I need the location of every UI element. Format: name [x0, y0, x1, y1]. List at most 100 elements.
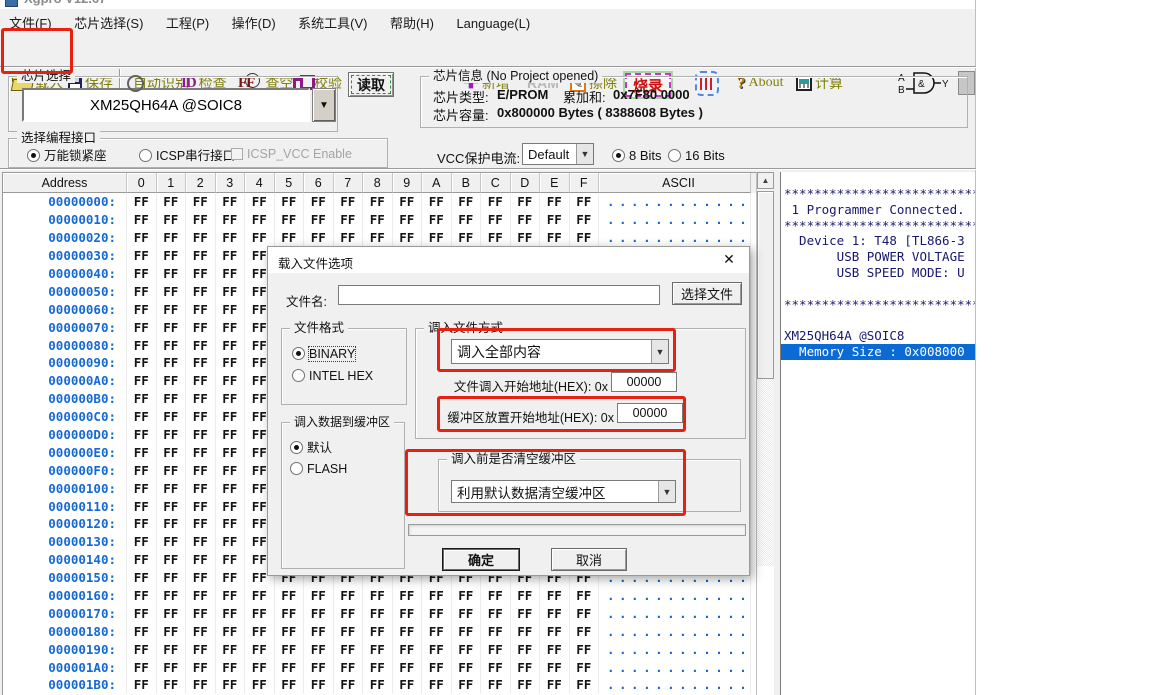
hex-byte-cell[interactable]: FF — [186, 587, 216, 605]
hex-byte-cell[interactable]: FF — [186, 658, 216, 676]
hex-byte-cell[interactable]: FF — [334, 604, 364, 622]
hex-byte-cell[interactable]: FF — [127, 658, 157, 676]
hex-byte-cell[interactable]: FF — [363, 622, 393, 640]
hex-row[interactable]: 00000170:FFFFFFFFFFFFFFFFFFFFFFFFFFFFFFF… — [3, 604, 756, 622]
hex-byte-cell[interactable]: FF — [245, 640, 275, 658]
hex-byte-cell[interactable]: FF — [157, 604, 187, 622]
hex-byte-cell[interactable]: FF — [157, 587, 187, 605]
hex-byte-cell[interactable]: FF — [393, 211, 423, 229]
hex-byte-cell[interactable]: FF — [304, 640, 334, 658]
hex-byte-cell[interactable]: FF — [127, 390, 157, 408]
hex-byte-cell[interactable]: FF — [511, 211, 541, 229]
hex-byte-cell[interactable]: FF — [540, 587, 570, 605]
hex-byte-cell[interactable]: FF — [157, 229, 187, 247]
scrollbar-track-lower[interactable] — [757, 566, 774, 695]
hex-byte-cell[interactable]: FF — [422, 676, 452, 694]
hex-byte-cell[interactable]: FF — [363, 640, 393, 658]
hex-byte-cell[interactable]: FF — [570, 211, 600, 229]
hex-byte-cell[interactable]: FF — [186, 551, 216, 569]
hex-byte-cell[interactable]: FF — [570, 640, 600, 658]
hex-byte-cell[interactable]: FF — [127, 265, 157, 283]
hex-byte-cell[interactable]: FF — [127, 622, 157, 640]
cancel-button[interactable]: 取消 — [551, 548, 627, 571]
hex-byte-cell[interactable]: FF — [216, 443, 246, 461]
hex-byte-cell[interactable]: FF — [186, 336, 216, 354]
socket-radio[interactable]: 万能锁紧座 — [27, 145, 107, 165]
hex-byte-cell[interactable]: FF — [304, 587, 334, 605]
hex-byte-cell[interactable]: FF — [393, 193, 423, 211]
hex-byte-cell[interactable]: FF — [363, 229, 393, 247]
hex-byte-cell[interactable]: FF — [363, 587, 393, 605]
hex-byte-cell[interactable]: FF — [127, 372, 157, 390]
hex-byte-cell[interactable]: FF — [511, 604, 541, 622]
hex-byte-cell[interactable]: FF — [157, 461, 187, 479]
hex-byte-cell[interactable]: FF — [452, 587, 482, 605]
hex-byte-cell[interactable]: FF — [186, 390, 216, 408]
ok-button[interactable]: 确定 — [442, 548, 520, 571]
hex-byte-cell[interactable]: FF — [275, 604, 305, 622]
hex-byte-cell[interactable]: FF — [216, 408, 246, 426]
hex-byte-cell[interactable]: FF — [216, 193, 246, 211]
hex-byte-cell[interactable]: FF — [304, 193, 334, 211]
hex-byte-cell[interactable]: FF — [363, 658, 393, 676]
hex-byte-cell[interactable]: FF — [127, 533, 157, 551]
hex-row[interactable]: 00000180:FFFFFFFFFFFFFFFFFFFFFFFFFFFFFFF… — [3, 622, 756, 640]
hex-byte-cell[interactable]: FF — [186, 300, 216, 318]
choose-file-button[interactable]: 选择文件 — [672, 282, 742, 305]
hex-byte-cell[interactable]: FF — [452, 676, 482, 694]
hex-byte-cell[interactable]: FF — [127, 282, 157, 300]
hex-byte-cell[interactable]: FF — [127, 229, 157, 247]
hex-byte-cell[interactable]: FF — [511, 587, 541, 605]
hex-byte-cell[interactable]: FF — [275, 640, 305, 658]
hex-byte-cell[interactable]: FF — [511, 640, 541, 658]
hex-byte-cell[interactable]: FF — [304, 622, 334, 640]
menu-help[interactable]: 帮助(H) — [381, 9, 443, 32]
hex-byte-cell[interactable]: FF — [127, 461, 157, 479]
hex-row[interactable]: 00000190:FFFFFFFFFFFFFFFFFFFFFFFFFFFFFFF… — [3, 640, 756, 658]
hex-byte-cell[interactable]: FF — [157, 282, 187, 300]
hex-byte-cell[interactable]: FF — [334, 587, 364, 605]
hex-byte-cell[interactable]: FF — [157, 622, 187, 640]
hex-byte-cell[interactable]: FF — [304, 604, 334, 622]
hex-byte-cell[interactable]: FF — [157, 497, 187, 515]
menu-file[interactable]: 文件(F) — [0, 9, 61, 32]
hex-byte-cell[interactable]: FF — [570, 676, 600, 694]
hex-byte-cell[interactable]: FF — [363, 193, 393, 211]
hex-byte-cell[interactable]: FF — [127, 640, 157, 658]
scrollbar-thumb[interactable] — [757, 191, 774, 379]
hex-byte-cell[interactable]: FF — [540, 622, 570, 640]
chip-select-combobox[interactable]: XM25QH64A @SOIC8 — [22, 88, 310, 122]
hex-byte-cell[interactable]: FF — [481, 658, 511, 676]
hex-byte-cell[interactable]: FF — [216, 676, 246, 694]
hex-byte-cell[interactable]: FF — [127, 318, 157, 336]
hex-byte-cell[interactable]: FF — [186, 354, 216, 372]
hex-byte-cell[interactable]: FF — [216, 282, 246, 300]
hex-byte-cell[interactable]: FF — [422, 604, 452, 622]
hex-byte-cell[interactable]: FF — [511, 676, 541, 694]
hex-byte-cell[interactable]: FF — [245, 604, 275, 622]
hex-byte-cell[interactable]: FF — [363, 211, 393, 229]
read-button[interactable]: 读取 — [348, 72, 394, 97]
hex-byte-cell[interactable]: FF — [127, 551, 157, 569]
hex-byte-cell[interactable]: FF — [186, 282, 216, 300]
hex-byte-cell[interactable]: FF — [157, 354, 187, 372]
hex-byte-cell[interactable]: FF — [127, 443, 157, 461]
binary-radio[interactable]: BINARY — [292, 345, 355, 363]
hex-byte-cell[interactable]: FF — [422, 587, 452, 605]
hex-byte-cell[interactable]: FF — [481, 604, 511, 622]
hex-byte-cell[interactable]: FF — [570, 604, 600, 622]
hex-row[interactable]: 000001A0:FFFFFFFFFFFFFFFFFFFFFFFFFFFFFFF… — [3, 658, 756, 676]
hex-byte-cell[interactable]: FF — [216, 533, 246, 551]
hex-byte-cell[interactable]: FF — [422, 640, 452, 658]
hex-byte-cell[interactable]: FF — [245, 229, 275, 247]
hex-byte-cell[interactable]: FF — [540, 676, 570, 694]
hex-byte-cell[interactable]: FF — [275, 622, 305, 640]
hex-byte-cell[interactable]: FF — [216, 640, 246, 658]
hex-byte-cell[interactable]: FF — [186, 211, 216, 229]
load-mode-combobox[interactable]: 调入全部内容 ▼ — [451, 339, 669, 364]
hex-byte-cell[interactable]: FF — [186, 479, 216, 497]
hex-byte-cell[interactable]: FF — [334, 193, 364, 211]
hex-byte-cell[interactable]: FF — [422, 622, 452, 640]
hex-byte-cell[interactable]: FF — [216, 497, 246, 515]
hex-byte-cell[interactable]: FF — [304, 211, 334, 229]
